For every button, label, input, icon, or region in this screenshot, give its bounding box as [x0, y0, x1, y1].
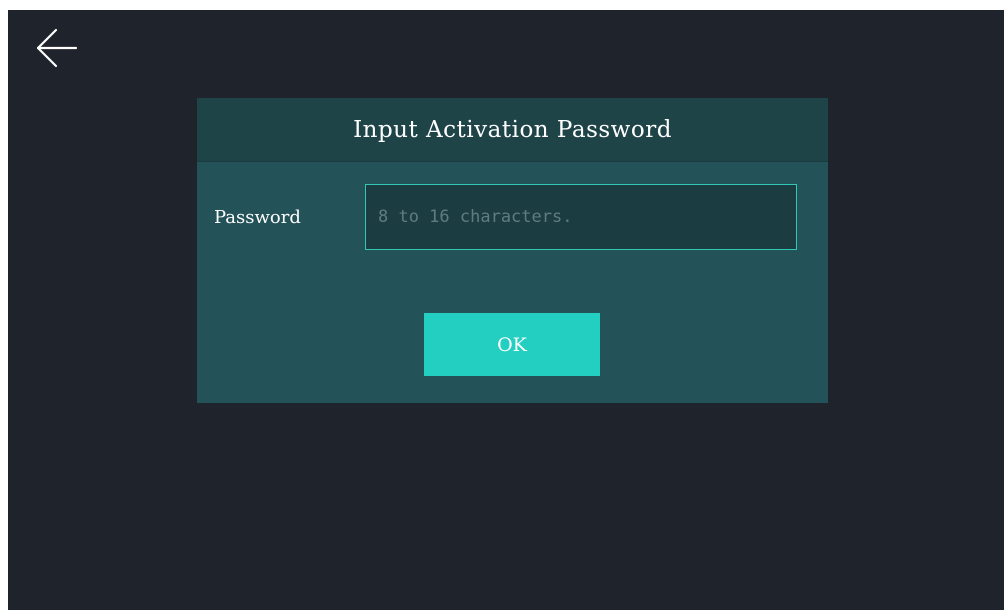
dialog-title: Input Activation Password	[353, 116, 672, 143]
back-button[interactable]	[32, 26, 80, 70]
activation-screen: Input Activation Password Password OK	[8, 10, 1004, 610]
activation-password-dialog: Input Activation Password Password OK	[197, 98, 828, 403]
arrow-left-icon	[36, 28, 78, 68]
password-label: Password	[214, 207, 301, 228]
dialog-header: Input Activation Password	[197, 98, 828, 162]
password-input[interactable]	[365, 184, 797, 250]
ok-button[interactable]: OK	[424, 313, 600, 376]
